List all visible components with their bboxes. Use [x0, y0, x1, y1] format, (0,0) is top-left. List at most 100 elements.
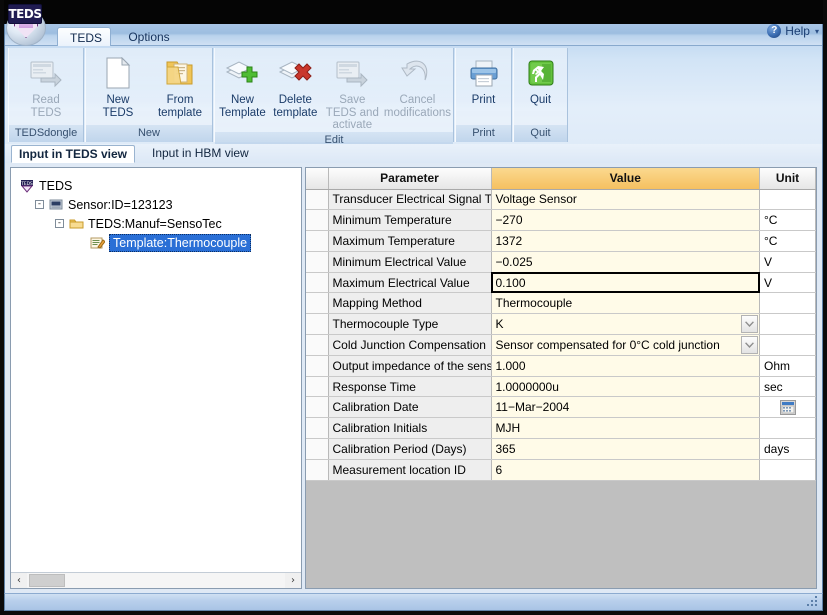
row-selector-cell[interactable] — [306, 334, 329, 356]
row-selector-cell[interactable] — [306, 313, 329, 336]
scroll-right-icon[interactable]: › — [285, 573, 301, 588]
row-selector-cell[interactable] — [306, 272, 329, 294]
grid-header-unit[interactable]: Unit — [759, 168, 816, 190]
value-cell[interactable]: 11−Mar−2004 — [491, 396, 760, 419]
value-cell[interactable]: Sensor compensated for 0°C cold junction — [491, 334, 760, 356]
table-row[interactable]: Calibration Period (Days) 365 days — [306, 438, 816, 460]
value-text: −270 — [495, 213, 523, 228]
chevron-down-icon[interactable] — [741, 315, 758, 334]
table-row[interactable]: Minimum Electrical Value −0.025 V — [306, 251, 816, 273]
tree-view[interactable]: TEDS TEDS - Sensor:ID=123123 - TEDS:Manu… — [11, 168, 301, 258]
new-teds-button[interactable]: New TEDS — [88, 51, 148, 119]
unit-cell — [759, 313, 816, 336]
collapse-icon[interactable]: - — [55, 219, 64, 228]
unit-cell[interactable] — [759, 396, 816, 419]
cancel-modifications-button[interactable]: Cancel modifications — [384, 51, 451, 119]
print-button[interactable]: Print — [458, 51, 509, 107]
calendar-icon[interactable] — [764, 397, 811, 416]
tab-input-in-teds-view[interactable]: Input in TEDS view — [11, 145, 136, 163]
value-cell[interactable]: Thermocouple — [491, 292, 760, 315]
new-template-button[interactable]: New Template — [217, 51, 268, 119]
table-row[interactable]: Calibration Date 11−Mar−2004 — [306, 396, 816, 419]
grid-empty-area — [306, 480, 816, 588]
app-logo[interactable]: TEDS — [4, 2, 48, 46]
scrollbar-track[interactable] — [27, 573, 285, 588]
value-cell[interactable]: K — [491, 313, 760, 336]
scrollbar-thumb[interactable] — [29, 574, 65, 587]
table-row[interactable]: Mapping Method Thermocouple — [306, 292, 816, 315]
parameter-cell: Calibration Date — [328, 396, 492, 419]
value-cell[interactable]: MJH — [491, 417, 760, 440]
value-cell[interactable]: 365 — [491, 438, 760, 460]
unit-cell: V — [759, 272, 816, 294]
table-row[interactable]: Thermocouple Type K — [306, 313, 816, 336]
row-selector-cell[interactable] — [306, 396, 329, 419]
value-text: 1.000 — [495, 358, 526, 373]
new-document-icon — [104, 55, 132, 91]
value-cell[interactable]: 1372 — [491, 230, 760, 252]
collapse-icon[interactable]: - — [35, 200, 44, 209]
row-selector-cell[interactable] — [306, 292, 329, 315]
table-row[interactable]: Response Time 1.0000000u sec — [306, 376, 816, 398]
tree-node-teds[interactable]: TEDS TEDS — [17, 176, 295, 195]
tree-node-sensor[interactable]: - Sensor:ID=123123 — [17, 195, 295, 214]
value-cell[interactable]: 1.000 — [491, 355, 760, 377]
parameter-cell: Transducer Electrical Signal Ty — [328, 189, 492, 211]
value-cell[interactable]: 1.0000000u — [491, 376, 760, 398]
tab-teds[interactable]: TEDS — [57, 27, 111, 46]
value-cell-editing[interactable]: 0.100 — [491, 272, 760, 294]
folder-icon — [68, 216, 84, 231]
value-text: Thermocouple — [495, 296, 573, 311]
grid-body: Transducer Electrical Signal Ty Voltage S… — [306, 189, 816, 481]
resize-grip-icon[interactable] — [807, 596, 819, 608]
table-row[interactable]: Minimum Temperature −270 °C — [306, 209, 816, 232]
tree-node-template-thermocouple[interactable]: Template:Thermocouple — [17, 233, 295, 252]
table-row[interactable]: Transducer Electrical Signal Ty Voltage S… — [306, 189, 816, 211]
read-teds-icon — [29, 55, 63, 91]
printer-icon — [468, 55, 500, 91]
row-selector-cell[interactable] — [306, 376, 329, 398]
table-row[interactable]: Cold Junction Compensation Sensor compens… — [306, 334, 816, 356]
tree-node-label: Template:Thermocouple — [109, 233, 252, 252]
tab-input-in-hbm-view[interactable]: Input in HBM view — [145, 145, 256, 163]
ribbon-tab-strip: TEDS Options — [5, 24, 822, 46]
value-cell[interactable]: −0.025 — [491, 251, 760, 273]
row-selector-cell[interactable] — [306, 438, 329, 460]
scroll-left-icon[interactable]: ‹ — [11, 573, 27, 588]
row-selector-cell[interactable] — [306, 417, 329, 440]
tab-options[interactable]: Options — [113, 27, 185, 46]
grid-header-parameter[interactable]: Parameter — [328, 168, 492, 190]
row-selector-cell[interactable] — [306, 459, 329, 481]
value-text: 1.0000000u — [495, 379, 559, 394]
row-selector-cell[interactable] — [306, 209, 329, 232]
help-label: Help — [785, 24, 810, 38]
table-row[interactable]: Calibration Initials MJH — [306, 417, 816, 440]
table-row[interactable]: Measurement location ID 6 — [306, 459, 816, 481]
tree-panel: TEDS TEDS - Sensor:ID=123123 - TEDS:Manu… — [10, 167, 302, 589]
value-text: 1372 — [495, 233, 523, 248]
parameter-cell: Response Time — [328, 376, 492, 398]
chevron-down-icon[interactable] — [741, 336, 758, 355]
grid-header-value[interactable]: Value — [491, 168, 760, 190]
row-selector-cell[interactable] — [306, 355, 329, 377]
row-selector-cell[interactable] — [306, 189, 329, 211]
from-template-button[interactable]: From template — [150, 51, 210, 119]
row-selector-cell[interactable] — [306, 230, 329, 252]
value-cell[interactable]: −270 — [491, 209, 760, 232]
table-row[interactable]: Output impedance of the sens 1.000 Ohm — [306, 355, 816, 377]
table-row[interactable]: Maximum Temperature 1372 °C — [306, 230, 816, 252]
row-selector-cell[interactable] — [306, 251, 329, 273]
tree-horizontal-scrollbar[interactable]: ‹ › — [11, 572, 301, 588]
read-teds-button[interactable]: Read TEDS — [15, 51, 77, 119]
help-button[interactable]: ? Help ▾ — [767, 24, 819, 38]
tree-node-teds-manuf[interactable]: - TEDS:Manuf=SensoTec — [17, 214, 295, 233]
value-cell[interactable]: 6 — [491, 459, 760, 481]
table-row[interactable]: Maximum Electrical Value 0.100 V — [306, 272, 816, 294]
save-teds-and-activate-button[interactable]: Save TEDS and activate — [323, 51, 382, 132]
grid-header-select[interactable] — [306, 168, 329, 190]
value-cell[interactable]: Voltage Sensor — [491, 189, 760, 211]
quit-button[interactable]: Quit — [516, 51, 565, 107]
delete-template-button[interactable]: Delete template — [270, 51, 321, 119]
chevron-down-icon: ▾ — [814, 26, 819, 36]
parameter-grid: Parameter Value Unit Transducer Electric… — [306, 168, 816, 481]
